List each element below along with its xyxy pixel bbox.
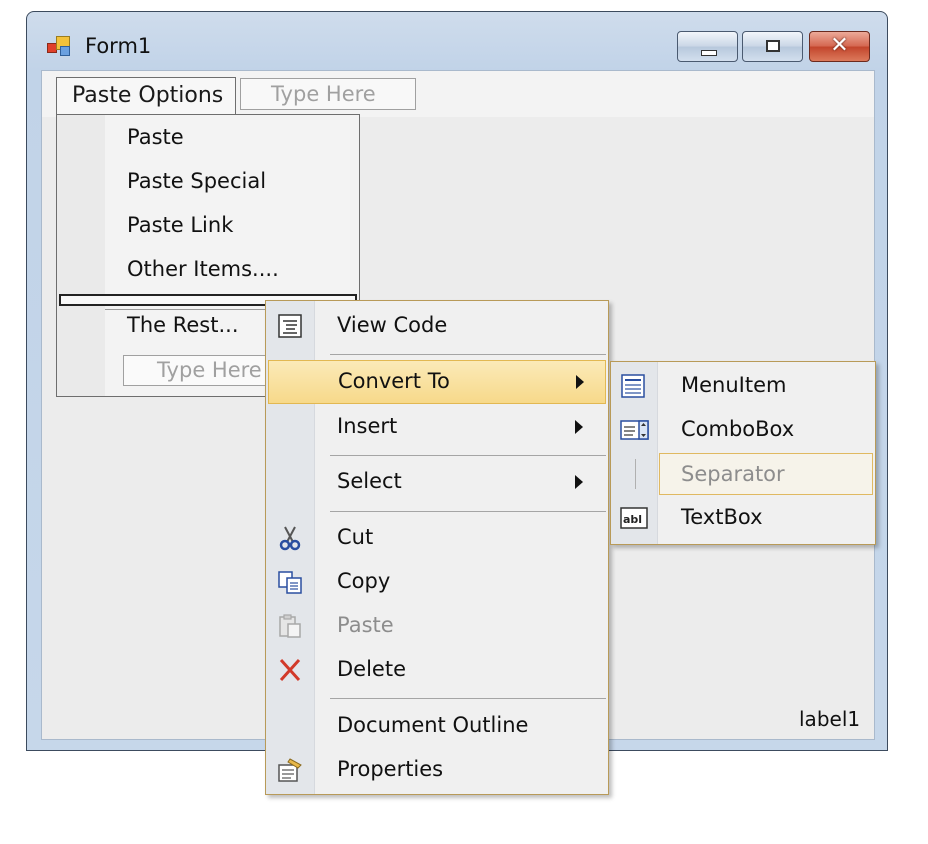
menu-paste-options[interactable]: Paste Options: [56, 77, 236, 117]
ctx-label: Paste: [337, 613, 394, 637]
sub-label: MenuItem: [681, 373, 787, 397]
sub-label: Separator: [681, 462, 785, 486]
ctx-label: View Code: [337, 313, 448, 337]
dropdown-item-other-items[interactable]: Other Items....: [127, 257, 279, 281]
sub-item-combobox[interactable]: ComboBox: [611, 408, 875, 452]
ctx-item-insert[interactable]: Insert: [266, 405, 608, 449]
separator-mark-icon: [611, 452, 657, 496]
ctx-label: Convert To: [338, 369, 450, 393]
submenu-arrow-icon: [576, 375, 584, 389]
ctx-item-document-outline[interactable]: Document Outline: [266, 704, 608, 748]
ctx-item-view-code[interactable]: View Code: [266, 304, 608, 348]
ctx-separator: [330, 455, 606, 456]
ctx-item-cut[interactable]: Cut: [266, 516, 608, 560]
ctx-item-select[interactable]: Select: [266, 460, 608, 504]
ctx-item-delete[interactable]: Delete: [266, 648, 608, 692]
copy-icon: [276, 568, 304, 596]
ctx-separator: [330, 354, 606, 355]
textbox-icon-text: abl: [623, 513, 642, 526]
paste-icon: [276, 612, 304, 640]
combobox-icon: [619, 416, 649, 444]
label1[interactable]: label1: [799, 707, 860, 731]
textbox-icon: abl: [619, 504, 649, 532]
minimize-icon: [701, 50, 717, 56]
sub-item-textbox[interactable]: abl TextBox: [611, 496, 875, 540]
dropdown-item-paste[interactable]: Paste: [127, 125, 184, 149]
ctx-separator: [330, 511, 606, 512]
ctx-label: Document Outline: [337, 713, 529, 737]
ctx-label: Delete: [337, 657, 406, 681]
designer-context-menu: View Code Convert To Insert Select Cut C…: [265, 300, 609, 795]
convert-to-submenu: MenuItem ComboBox Separator abl TextBox: [610, 361, 876, 545]
ctx-label: Properties: [337, 757, 444, 781]
ctx-label: Copy: [337, 569, 391, 593]
sub-label: ComboBox: [681, 417, 795, 441]
menuitem-icon: [619, 372, 649, 400]
view-code-icon: [276, 312, 304, 340]
sub-item-separator: Separator: [659, 453, 873, 495]
ctx-separator: [330, 698, 606, 699]
minimize-button[interactable]: [677, 31, 738, 62]
dropdown-item-the-rest[interactable]: The Rest...: [127, 313, 239, 337]
close-button[interactable]: ✕: [809, 31, 870, 62]
sub-item-menuitem[interactable]: MenuItem: [611, 364, 875, 408]
properties-icon: [276, 756, 304, 784]
scissors-icon: [276, 524, 304, 552]
close-icon: ✕: [830, 33, 849, 58]
delete-x-icon: [276, 656, 304, 684]
submenu-arrow-icon: [575, 420, 583, 434]
ctx-item-paste: Paste: [266, 604, 608, 648]
sub-label: TextBox: [681, 505, 763, 529]
ctx-item-copy[interactable]: Copy: [266, 560, 608, 604]
maximize-icon: [766, 40, 780, 52]
dropdown-item-paste-special[interactable]: Paste Special: [127, 169, 266, 193]
ctx-label: Insert: [337, 414, 398, 438]
ctx-item-convert-to[interactable]: Convert To: [268, 360, 606, 404]
window-title: Form1: [85, 34, 152, 58]
dropdown-item-paste-link[interactable]: Paste Link: [127, 213, 233, 237]
ctx-item-properties[interactable]: Properties: [266, 748, 608, 792]
menu-type-here-input[interactable]: Type Here: [240, 78, 416, 110]
submenu-arrow-icon: [575, 475, 583, 489]
form-app-icon: [47, 35, 73, 57]
dropdown-gutter: [57, 115, 105, 396]
ctx-label: Select: [337, 469, 402, 493]
ctx-label: Cut: [337, 525, 374, 549]
menu-strip: Paste Options Type Here: [42, 71, 874, 117]
maximize-button[interactable]: [742, 31, 803, 62]
